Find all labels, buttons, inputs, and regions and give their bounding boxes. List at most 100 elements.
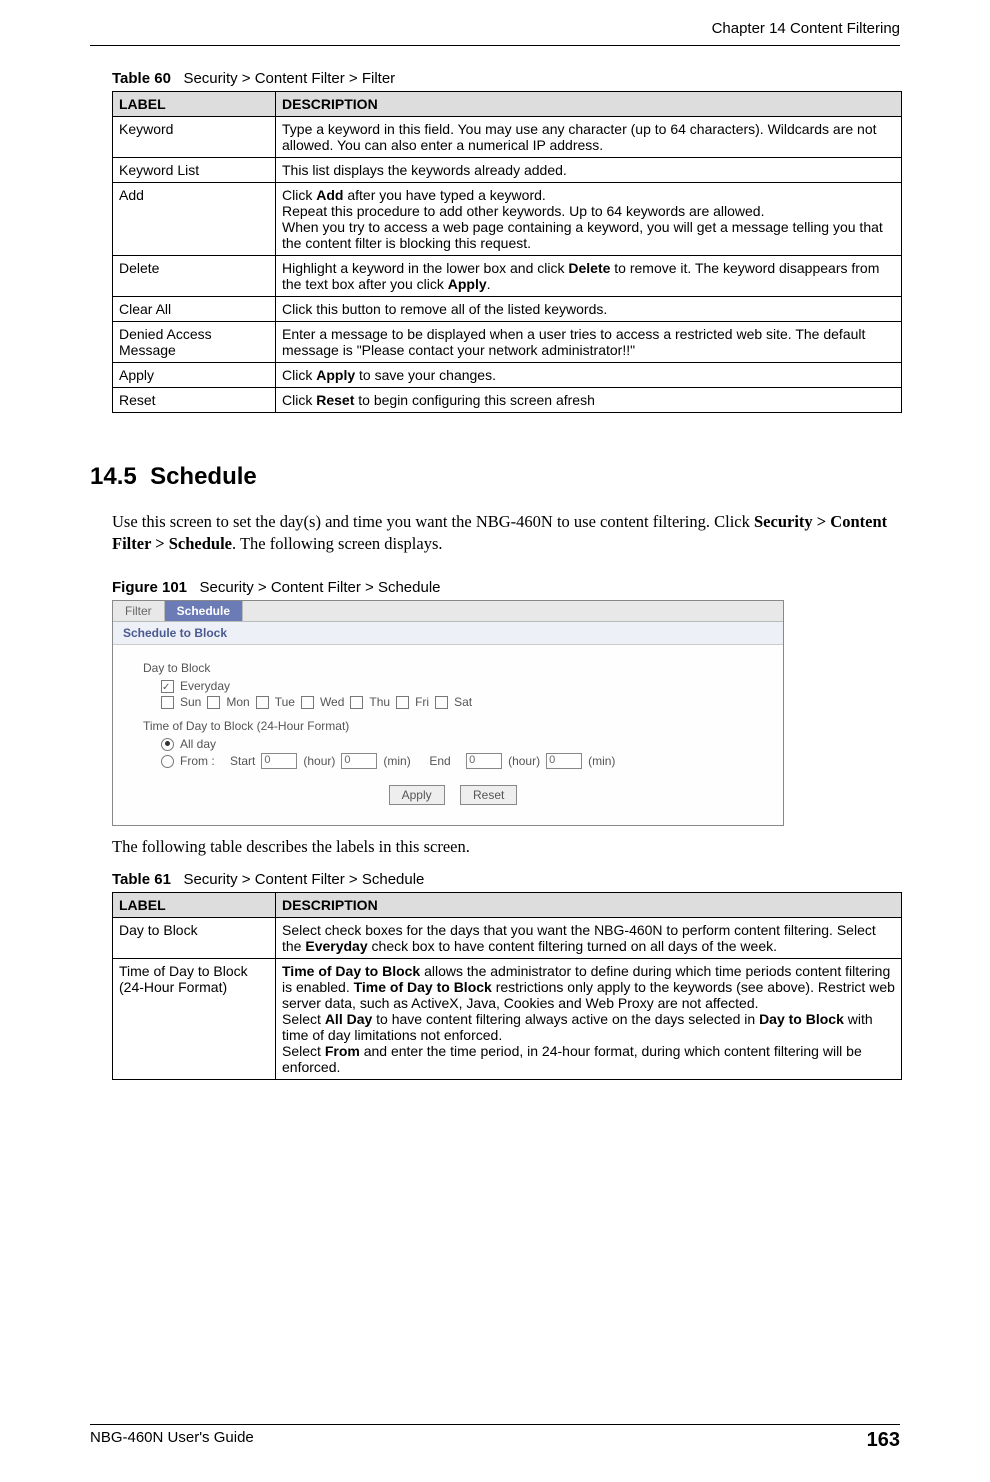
page-footer: NBG-460N User's Guide 163 [90,1424,900,1452]
radio-from[interactable] [161,755,174,768]
t60-r2-p3: Repeat this procedure to add other keywo… [282,203,765,219]
table61-caption: Table 61 Security > Content Filter > Sch… [112,871,900,888]
t60-r1-label: Keyword List [113,158,276,183]
t61-r1-b4: Day to Block [759,1011,844,1027]
time-of-day-label: Time of Day to Block (24-Hour Format) [143,719,763,733]
t60-r1-desc: This list displays the keywords already … [276,158,902,183]
wed-label: Wed [320,695,344,709]
end-hour-input[interactable]: 0 [466,753,502,769]
table60-caption-text: Security > Content Filter > Filter [183,70,395,87]
t61-r1-p4b: and enter the time period, in 24-hour fo… [282,1043,862,1075]
t60-r0-label: Keyword [113,117,276,158]
t61-r1-b1: Time of Day to Block [282,963,420,979]
min-unit1: (min) [383,754,410,768]
reset-button[interactable]: Reset [460,785,517,805]
t61-r0-desc: Select check boxes for the days that you… [276,917,902,958]
t61-r1-b5: From [325,1043,360,1059]
t61-r1-desc: Time of Day to Block allows the administ… [276,958,902,1079]
start-label: Start [230,754,255,768]
t60-r2-b1: Add [316,187,343,203]
start-hour-input[interactable]: 0 [261,753,297,769]
t60-r2-p2: after you have typed a keyword. [343,187,545,203]
t60-r3-p1: Highlight a keyword in the lower box and… [282,260,568,276]
figure-caption: Figure 101 Security > Content Filter > S… [112,579,900,596]
mon-label: Mon [226,695,249,709]
tab-schedule[interactable]: Schedule [165,601,243,621]
checkbox-sat[interactable] [435,696,448,709]
table-row: Clear All Click this button to remove al… [113,297,902,322]
t60-r6-p2: to save your changes. [355,367,496,383]
t60-r7-label: Reset [113,388,276,413]
hour-unit1: (hour) [303,754,335,768]
t60-r6-b1: Apply [316,367,355,383]
apply-button[interactable]: Apply [389,785,445,805]
table-row: Delete Highlight a keyword in the lower … [113,256,902,297]
start-min-input[interactable]: 0 [341,753,377,769]
footer-guide: NBG-460N User's Guide [90,1429,254,1452]
checkbox-thu[interactable] [350,696,363,709]
figure-schedule-screenshot: Filter Schedule Schedule to Block Day to… [112,600,784,826]
min-unit2: (min) [588,754,615,768]
t60-r0-desc: Type a keyword in this field. You may us… [276,117,902,158]
day-to-block-label: Day to Block [143,661,763,675]
checkbox-fri[interactable] [396,696,409,709]
table-row: Denied Access Message Enter a message to… [113,322,902,363]
t60-r3-desc: Highlight a keyword in the lower box and… [276,256,902,297]
t60-r5-label: Denied Access Message [113,322,276,363]
table61: LABEL DESCRIPTION Day to Block Select ch… [112,892,902,1080]
table60-caption: Table 60 Security > Content Filter > Fil… [112,70,900,87]
table60: LABEL DESCRIPTION Keyword Type a keyword… [112,91,902,413]
checkbox-tue[interactable] [256,696,269,709]
checkbox-sun[interactable] [161,696,174,709]
t61-r0-b1: Everyday [305,938,367,954]
t61-r1-label: Time of Day to Block (24-Hour Format) [113,958,276,1079]
table-row: Apply Click Apply to save your changes. [113,363,902,388]
header-rule [90,45,900,46]
t60-r2-label: Add [113,183,276,256]
t60-r6-label: Apply [113,363,276,388]
table-row: Reset Click Reset to begin configuring t… [113,388,902,413]
checkbox-everyday[interactable] [161,680,174,693]
t60-r7-p1: Click [282,392,316,408]
end-label: End [429,754,450,768]
t61-r0-p2: check box to have content filtering turn… [368,938,777,954]
panel-title: Schedule to Block [113,622,783,645]
sat-label: Sat [454,695,472,709]
t60-r3-p3: . [487,276,491,292]
table61-head-label: LABEL [113,892,276,917]
checkbox-wed[interactable] [301,696,314,709]
t61-r1-p3b: to have content filtering always active … [372,1011,759,1027]
table60-caption-label: Table 60 [112,70,171,87]
t60-r4-label: Clear All [113,297,276,322]
table61-head-desc: DESCRIPTION [276,892,902,917]
checkbox-mon[interactable] [207,696,220,709]
everyday-label: Everyday [180,679,230,693]
figure-tabs: Filter Schedule [113,601,783,622]
t60-r6-p1: Click [282,367,316,383]
figure-caption-label: Figure 101 [112,579,187,596]
t60-r3-b1: Delete [568,260,610,276]
table-row: Day to Block Select check boxes for the … [113,917,902,958]
thu-label: Thu [369,695,390,709]
header-chapter: Chapter 14 Content Filtering [90,20,900,39]
section-number: 14.5 [90,463,137,490]
tue-label: Tue [275,695,295,709]
t61-r1-b2: Time of Day to Block [354,979,492,995]
t60-r4-desc: Click this button to remove all of the l… [276,297,902,322]
t61-r1-b3: All Day [325,1011,372,1027]
table61-caption-text: Security > Content Filter > Schedule [183,871,424,888]
radio-allday[interactable] [161,738,174,751]
sun-label: Sun [180,695,201,709]
end-min-input[interactable]: 0 [546,753,582,769]
table-row: Time of Day to Block (24-Hour Format) Ti… [113,958,902,1079]
t61-r1-p3a: Select [282,1011,325,1027]
tab-filter[interactable]: Filter [113,601,165,621]
footer-page-number: 163 [867,1429,900,1452]
table60-head-desc: DESCRIPTION [276,92,902,117]
t60-r7-b1: Reset [316,392,354,408]
table60-head-label: LABEL [113,92,276,117]
t60-r5-desc: Enter a message to be displayed when a u… [276,322,902,363]
figure-caption-text: Security > Content Filter > Schedule [200,579,441,596]
t61-r0-label: Day to Block [113,917,276,958]
section-title: Schedule [150,463,257,490]
